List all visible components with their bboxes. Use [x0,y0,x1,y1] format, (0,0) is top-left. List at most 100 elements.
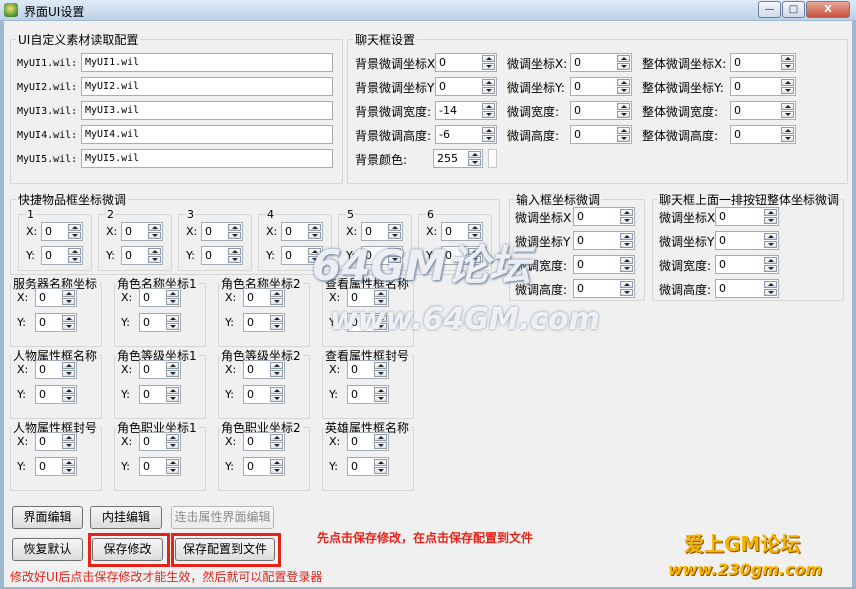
chatbtn-x-stepper[interactable]: 0 [715,207,779,226]
coord-x-stepper[interactable]: 0 [243,360,285,379]
down-arrow-icon[interactable] [62,395,75,402]
down-arrow-icon[interactable] [617,87,630,94]
coord-x-stepper[interactable]: 0 [139,360,181,379]
coord-x-stepper[interactable]: 0 [243,432,285,451]
chatbtn-width-stepper[interactable]: 0 [715,255,779,274]
coord-x-stepper[interactable]: 0 [35,432,77,451]
down-arrow-icon[interactable] [374,395,387,402]
up-arrow-icon[interactable] [617,127,630,134]
up-arrow-icon[interactable] [166,362,179,369]
down-arrow-icon[interactable] [764,241,777,248]
up-arrow-icon[interactable] [62,290,75,297]
down-arrow-icon[interactable] [68,232,81,239]
interface-edit-button[interactable]: 界面编辑 [12,506,83,529]
down-arrow-icon[interactable] [270,467,283,474]
up-arrow-icon[interactable] [781,127,794,134]
chat-bg-height-stepper[interactable]: -6 [435,125,497,144]
up-arrow-icon[interactable] [270,315,283,322]
down-arrow-icon[interactable] [781,63,794,70]
down-arrow-icon[interactable] [228,256,241,263]
down-arrow-icon[interactable] [620,265,633,272]
coord-y-stepper[interactable]: 0 [139,385,181,404]
ui-row-input-2[interactable]: MyUI2.wil [81,77,333,96]
down-arrow-icon[interactable] [617,63,630,70]
down-arrow-icon[interactable] [148,256,161,263]
quick-slot-2-y-stepper[interactable]: 0 [121,246,163,265]
down-arrow-icon[interactable] [62,467,75,474]
down-arrow-icon[interactable] [270,298,283,305]
down-arrow-icon[interactable] [270,395,283,402]
up-arrow-icon[interactable] [62,362,75,369]
down-arrow-icon[interactable] [374,467,387,474]
up-arrow-icon[interactable] [388,224,401,231]
up-arrow-icon[interactable] [482,55,495,62]
minimize-button[interactable]: — [758,1,781,18]
up-arrow-icon[interactable] [270,362,283,369]
up-arrow-icon[interactable] [620,257,633,264]
up-arrow-icon[interactable] [374,459,387,466]
coord-x-stepper[interactable]: 0 [347,432,389,451]
down-arrow-icon[interactable] [148,232,161,239]
down-arrow-icon[interactable] [617,135,630,142]
down-arrow-icon[interactable] [166,323,179,330]
input-width-stepper[interactable]: 0 [573,255,635,274]
down-arrow-icon[interactable] [764,265,777,272]
up-arrow-icon[interactable] [228,248,241,255]
maximize-button[interactable]: □ [782,1,805,18]
down-arrow-icon[interactable] [620,289,633,296]
chat-bg-width-stepper[interactable]: -14 [435,101,497,120]
attr-edit-button[interactable]: 连击属性界面编辑 [171,506,274,529]
up-arrow-icon[interactable] [166,459,179,466]
down-arrow-icon[interactable] [781,135,794,142]
up-arrow-icon[interactable] [62,315,75,322]
up-arrow-icon[interactable] [764,209,777,216]
down-arrow-icon[interactable] [270,370,283,377]
input-x-stepper[interactable]: 0 [573,207,635,226]
up-arrow-icon[interactable] [270,434,283,441]
up-arrow-icon[interactable] [617,55,630,62]
chatbtn-y-stepper[interactable]: 0 [715,231,779,250]
coord-y-stepper[interactable]: 0 [35,313,77,332]
up-arrow-icon[interactable] [308,224,321,231]
down-arrow-icon[interactable] [482,63,495,70]
up-arrow-icon[interactable] [764,281,777,288]
chat-total-x-stepper[interactable]: 0 [730,53,796,72]
down-arrow-icon[interactable] [620,217,633,224]
up-arrow-icon[interactable] [270,387,283,394]
up-arrow-icon[interactable] [617,79,630,86]
quick-slot-2-x-stepper[interactable]: 0 [121,222,163,241]
up-arrow-icon[interactable] [468,224,481,231]
up-arrow-icon[interactable] [148,224,161,231]
up-arrow-icon[interactable] [62,459,75,466]
up-arrow-icon[interactable] [482,79,495,86]
chat-y-stepper[interactable]: 0 [570,77,632,96]
close-button[interactable]: X [806,1,850,18]
chat-total-y-stepper[interactable]: 0 [730,77,796,96]
coord-x-stepper[interactable]: 0 [35,288,77,307]
input-height-stepper[interactable]: 0 [573,279,635,298]
up-arrow-icon[interactable] [62,387,75,394]
up-arrow-icon[interactable] [764,257,777,264]
chat-total-width-stepper[interactable]: 0 [730,101,796,120]
down-arrow-icon[interactable] [166,298,179,305]
quick-slot-3-x-stepper[interactable]: 0 [201,222,243,241]
input-y-stepper[interactable]: 0 [573,231,635,250]
coord-y-stepper[interactable]: 0 [347,385,389,404]
coord-y-stepper[interactable]: 0 [35,385,77,404]
chat-bg-x-stepper[interactable]: 0 [435,53,497,72]
down-arrow-icon[interactable] [374,442,387,449]
down-arrow-icon[interactable] [62,298,75,305]
chat-width-stepper[interactable]: 0 [570,101,632,120]
up-arrow-icon[interactable] [482,127,495,134]
up-arrow-icon[interactable] [166,315,179,322]
chatbtn-height-stepper[interactable]: 0 [715,279,779,298]
coord-x-stepper[interactable]: 0 [139,432,181,451]
down-arrow-icon[interactable] [374,370,387,377]
coord-x-stepper[interactable]: 0 [139,288,181,307]
down-arrow-icon[interactable] [62,370,75,377]
down-arrow-icon[interactable] [166,370,179,377]
ui-row-input-1[interactable]: MyUI1.wil [81,53,333,72]
up-arrow-icon[interactable] [166,290,179,297]
chat-height-stepper[interactable]: 0 [570,125,632,144]
ui-row-input-4[interactable]: MyUI4.wil [81,125,333,144]
